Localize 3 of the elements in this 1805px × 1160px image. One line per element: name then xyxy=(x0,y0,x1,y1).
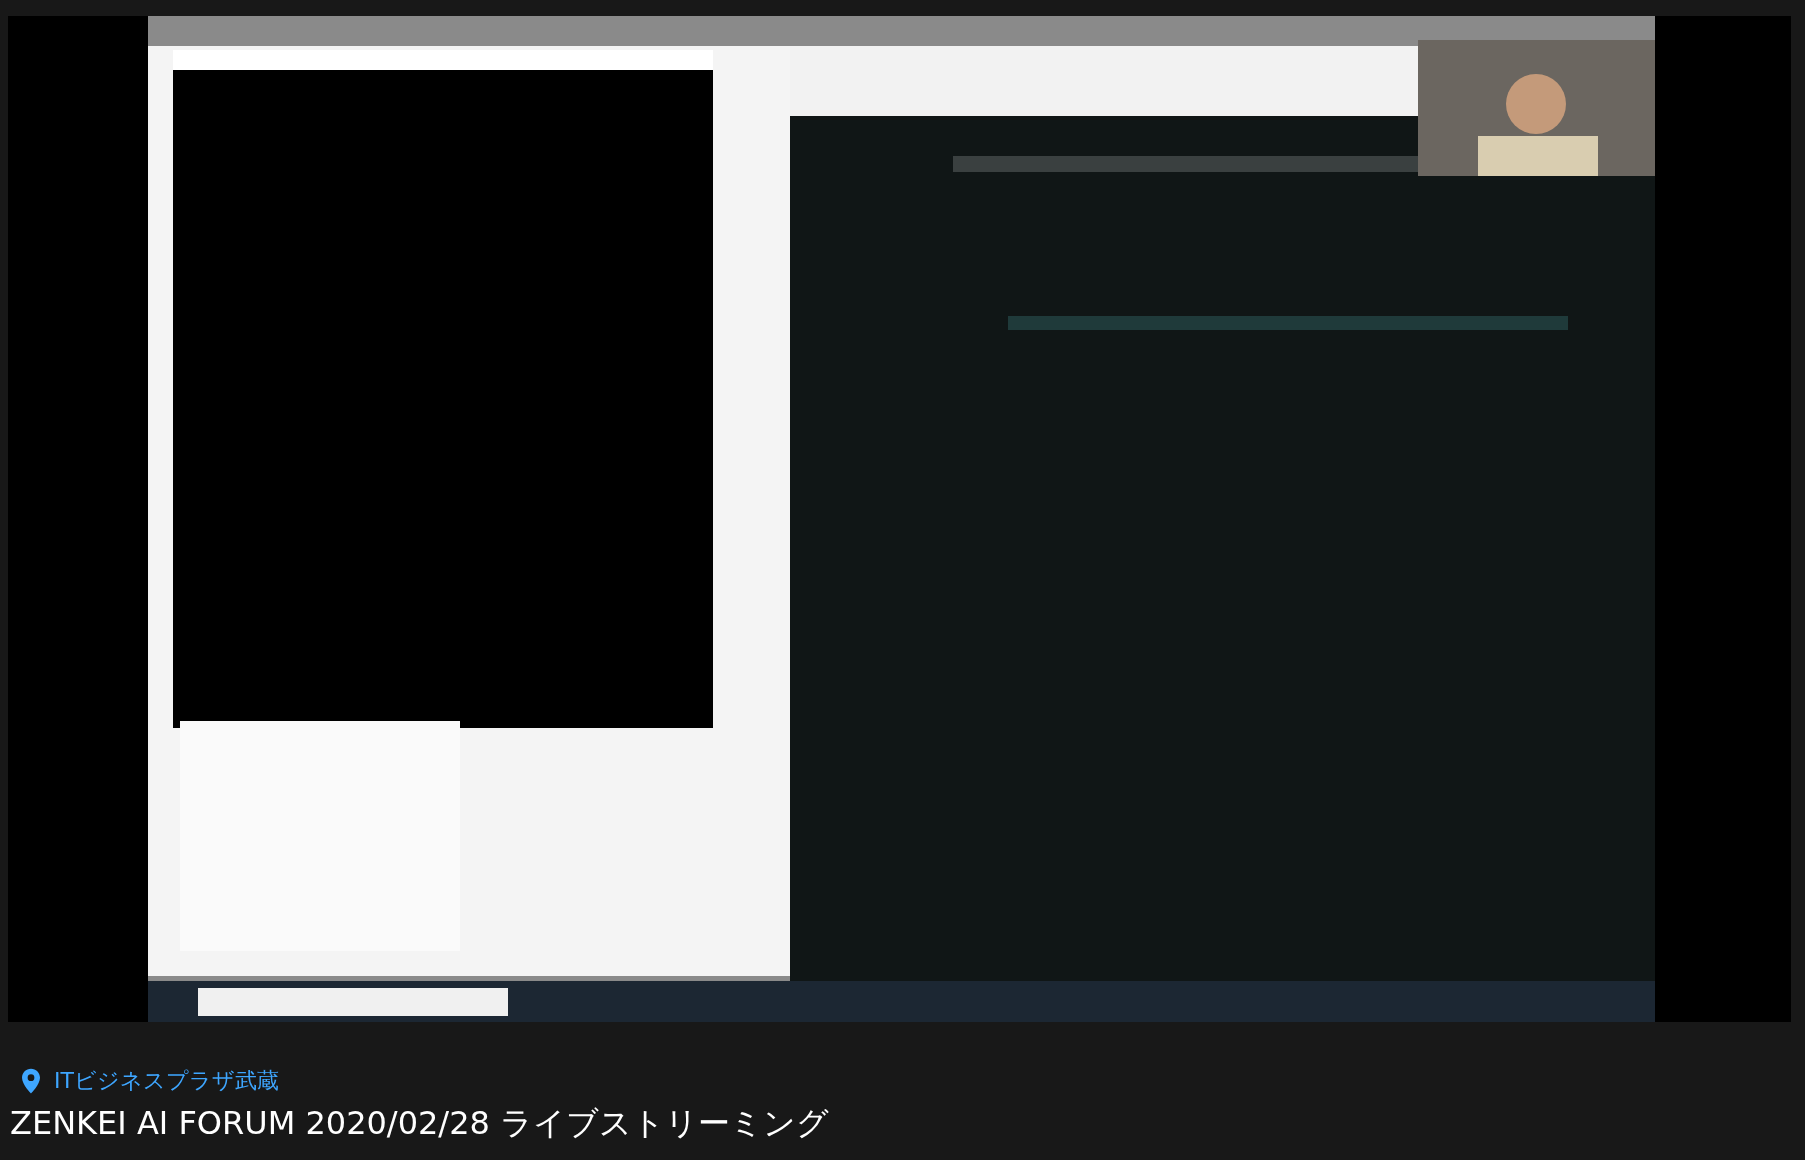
location-pin-icon xyxy=(22,1068,40,1094)
video-title: ZENKEI AI FORUM 2020/02/28 ライブストリーミング xyxy=(10,1103,831,1144)
location-link[interactable]: ITビジネスプラザ武蔵 xyxy=(54,1066,279,1096)
